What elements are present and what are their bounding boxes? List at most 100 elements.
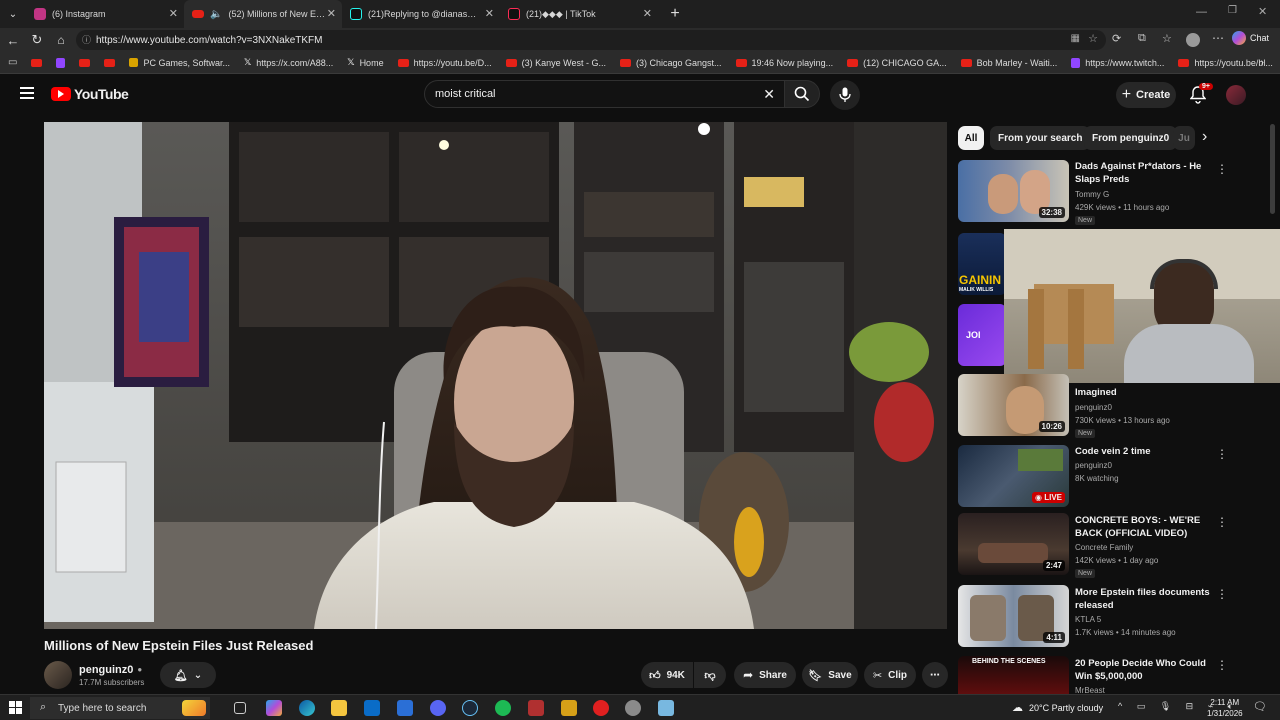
sidebar-scrollbar[interactable] [1270, 124, 1275, 214]
edge-icon[interactable] [299, 700, 315, 716]
chip-from-penguinz0[interactable]: From penguinz0 [1084, 126, 1178, 150]
close-tab-icon[interactable]: ✕ [327, 7, 336, 20]
discord-icon[interactable] [430, 700, 446, 716]
collections-icon[interactable]: ▭ [8, 57, 17, 68]
chip-from-your-search[interactable]: From your search [990, 126, 1091, 150]
favorite-star-icon[interactable]: ☆ [1088, 32, 1098, 45]
file-explorer-icon[interactable] [331, 700, 347, 716]
steam-icon[interactable] [462, 700, 478, 716]
bookmark-item[interactable]: (3) Kanye West - G... [505, 58, 606, 68]
channel-name[interactable]: penguinz0 [1075, 461, 1112, 470]
app-icon-gray[interactable] [625, 700, 641, 716]
clip-button[interactable]: ✂ Clip [864, 662, 916, 688]
notifications-button[interactable]: 9+ [1189, 83, 1213, 109]
profile-avatar[interactable] [1186, 33, 1200, 47]
mail-icon[interactable] [397, 700, 413, 716]
video-thumbnail[interactable]: 2:47 [958, 513, 1069, 575]
video-thumbnail[interactable]: ◉ LIVE [958, 445, 1069, 507]
recommendation-title[interactable]: Code vein 2 time [1075, 445, 1225, 458]
recommendation-item[interactable]: 2:47 CONCRETE BOYS: - WE'RE BACK (OFFICI… [958, 513, 1268, 579]
video-thumbnail[interactable]: 32:38 [958, 160, 1069, 222]
recommendation-item[interactable]: 10:26 Imagined penguinz0 730K views • 13… [958, 374, 1268, 440]
weather-widget[interactable]: ☁ 20°C Partly cloudy [1012, 701, 1103, 714]
dislike-button[interactable]: 👎︎ [694, 662, 726, 688]
home-button[interactable]: ⌂ [50, 29, 72, 51]
recommendation-title[interactable]: CONCRETE BOYS: - WE'RE BACK (OFFICIAL VI… [1075, 514, 1225, 540]
video-thumbnail[interactable]: GAININ MALIK WILLIS [958, 233, 1006, 295]
bookmark-item[interactable]: https://youtu.be/D... [397, 58, 492, 68]
channel-name[interactable]: penguinz0 [1075, 403, 1112, 412]
video-thumbnail[interactable]: JOI [958, 304, 1006, 366]
more-options-icon[interactable]: ⋮ [1216, 658, 1228, 672]
tab-list-button[interactable]: ⌄ [0, 3, 26, 25]
subscribe-notification-button[interactable]: 🔔︎ ⌄ [160, 662, 216, 688]
close-tab-icon[interactable]: ✕ [643, 7, 652, 20]
taskbar-search-input[interactable]: ⌕ Type here to search [30, 697, 210, 719]
recommendation-title[interactable]: Imagined [1075, 386, 1225, 399]
copilot-taskbar-icon[interactable] [266, 700, 282, 716]
video-thumbnail[interactable]: 10:26 [958, 374, 1069, 436]
back-button[interactable]: ← [2, 29, 24, 51]
bookmark-youtube-3[interactable] [104, 58, 116, 67]
recommendation-title[interactable]: 20 People Decide Who Could Win $5,000,00… [1075, 657, 1225, 683]
spotify-icon[interactable] [495, 700, 511, 716]
bookmark-item[interactable]: https://youtu.be/bl... [1178, 58, 1273, 68]
site-info-icon[interactable]: ⓘ [82, 33, 91, 46]
tab-instagram[interactable]: (6) Instagram ✕ [26, 0, 184, 28]
bookmark-item[interactable]: https://www.twitch... [1071, 57, 1164, 68]
hamburger-menu-icon[interactable] [20, 87, 34, 99]
video-player[interactable] [44, 122, 947, 629]
reader-icon[interactable]: ▦ [1071, 33, 1080, 44]
recommendation-item[interactable]: ◉ LIVE Code vein 2 time penguinz0 8K wat… [958, 445, 1268, 511]
more-actions-button[interactable]: ⋯ [922, 662, 948, 688]
bookmark-item[interactable]: 𝕏 Home [347, 57, 383, 68]
recommendation-title[interactable]: Dads Against Pr*dators - He Slaps Preds [1075, 160, 1225, 186]
bookmark-item[interactable]: 𝕏https://x.com/A88... [244, 57, 333, 68]
close-window-button[interactable]: ✕ [1258, 5, 1267, 18]
favorites-icon[interactable]: ☆ [1162, 32, 1172, 45]
refresh-button[interactable]: ↻ [26, 29, 48, 51]
video-thumbnail[interactable]: 4:11 [958, 585, 1069, 647]
copilot-chat-button[interactable]: Chat [1232, 31, 1269, 45]
speaker-icon[interactable]: 🔈 [210, 9, 222, 20]
bookmark-twitch[interactable] [56, 57, 66, 68]
like-button[interactable]: 👍︎ 94K [641, 662, 693, 688]
store-icon[interactable] [364, 700, 380, 716]
recommendation-item[interactable]: 4:11 More Epstein files documents releas… [958, 585, 1268, 651]
video-thumbnail[interactable]: BEHIND THE SCENES [958, 656, 1069, 694]
app-icon-blue[interactable] [658, 700, 674, 716]
recommendation-item[interactable]: 32:38 Dads Against Pr*dators - He Slaps … [958, 160, 1268, 226]
more-menu-icon[interactable]: ⋯ [1212, 31, 1224, 45]
save-button[interactable]: 🔖︎ Save [802, 662, 858, 688]
close-tab-icon[interactable]: ✕ [485, 7, 494, 20]
url-input[interactable]: ⓘ https://www.youtube.com/watch?v=3NXNak… [76, 30, 1106, 50]
recommendation-title[interactable]: More Epstein files documents released [1075, 586, 1225, 612]
bookmarks-more-icon[interactable]: › [1261, 57, 1264, 68]
extensions-icon[interactable]: ⟳ [1112, 32, 1121, 45]
chip-more[interactable]: Ju [1173, 126, 1195, 150]
bookmark-item[interactable]: PC Games, Softwar... [129, 58, 230, 68]
split-screen-icon[interactable]: ⧉ [1138, 32, 1146, 45]
tab-tiktok[interactable]: (21)◆◆◆ | TikTok ✕ [500, 0, 658, 28]
channel-avatar[interactable] [44, 661, 72, 689]
search-input[interactable]: moist critical ✕ [424, 80, 786, 108]
clock[interactable]: 2:11 AM 1/31/2026 [1207, 697, 1243, 719]
channel-name[interactable]: KTLA 5 [1075, 615, 1101, 624]
start-button[interactable] [9, 701, 22, 714]
channel-name[interactable]: Tommy G [1075, 190, 1109, 199]
bookmark-item[interactable]: (3) Chicago Gangst... [619, 58, 722, 68]
bookmark-item[interactable]: Bob Marley - Waiti... [960, 58, 1057, 68]
channel-name[interactable]: MrBeast [1075, 686, 1105, 694]
create-button[interactable]: + Create [1116, 82, 1176, 108]
more-options-icon[interactable]: ⋮ [1216, 447, 1228, 461]
more-options-icon[interactable]: ⋮ [1216, 162, 1228, 176]
new-tab-button[interactable]: + [664, 3, 686, 25]
channel-name[interactable]: penguinz0 [79, 664, 133, 676]
more-options-icon[interactable]: ⋮ [1216, 515, 1228, 529]
chips-next-icon[interactable]: › [1202, 128, 1207, 146]
notification-center-icon[interactable]: 🗨︎ [1253, 700, 1267, 713]
close-tab-icon[interactable]: ✕ [169, 7, 178, 20]
game-app-icon[interactable] [528, 700, 544, 716]
voice-search-button[interactable] [830, 80, 860, 110]
clear-search-icon[interactable]: ✕ [763, 86, 775, 103]
